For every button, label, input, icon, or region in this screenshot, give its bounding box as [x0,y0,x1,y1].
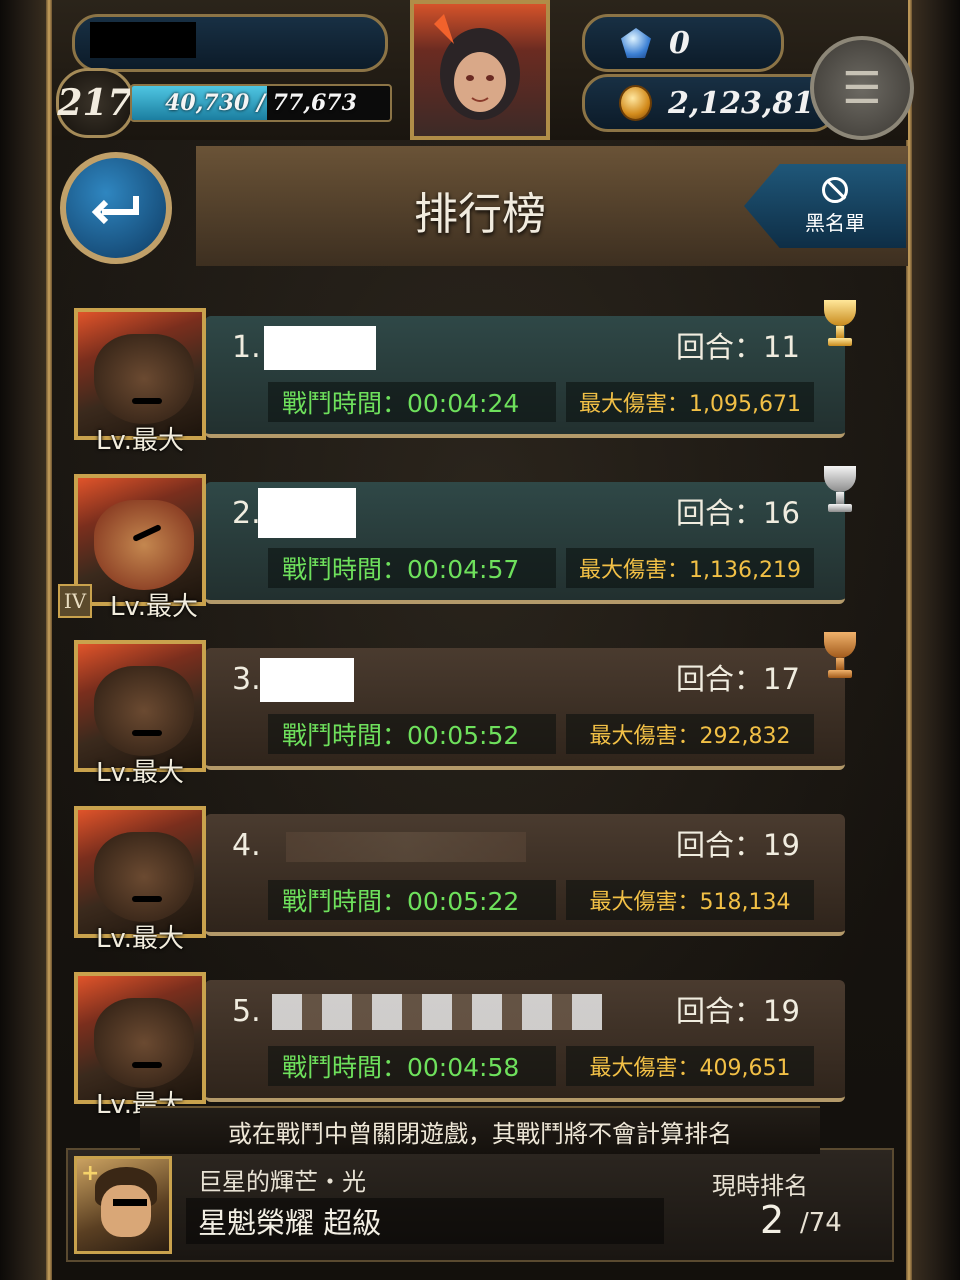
exp-text: 40,730 / 77,673 [165,90,357,116]
player-name-redacted [258,488,356,538]
current-rank-value: 2 [760,1198,785,1242]
player-name-redacted [90,22,196,58]
ranking-row[interactable]: Lv.最大 5. 回合：19 戰鬥時間：00:04:58 最大傷害：409,65… [60,972,860,1122]
gold-trophy-icon [820,300,860,350]
rank-number: 4. [232,828,261,863]
player-name-redacted [260,658,354,702]
ranking-row[interactable]: IV Lv.最大 2. 回合：16 戰鬥時間：00:04:57 最大傷害：1,1… [58,466,860,624]
menu-icon: ☰ [842,62,882,114]
rounds-label: 回合：17 [676,662,800,696]
my-title: 巨星的輝芒・光 [198,1168,366,1196]
max-damage: 最大傷害：292,832 [566,714,814,754]
player-portrait[interactable] [410,0,550,140]
notice-text: 或在戰鬥中曾關閉遊戲，其戰鬥將不會計算排名 [140,1106,820,1154]
player-name-blurred [272,994,602,1030]
coin-counter[interactable]: 2,123,817 [582,74,838,132]
rank-number: 3. [232,662,261,697]
battle-time: 戰鬥時間：00:04:58 [268,1046,556,1086]
portrait-girl-icon [434,14,520,120]
plus-icon: + [81,1161,100,1186]
prohibited-icon [822,176,848,203]
ranking-row[interactable]: Lv.最大 1. 回合：11 戰鬥時間：00:04:24 最大傷害：1,095,… [60,300,860,458]
battle-time: 戰鬥時間：00:04:57 [268,548,556,588]
max-damage: 最大傷害：409,651 [566,1046,814,1086]
player-level-badge: 217 [56,68,134,138]
rounds-label: 回合：19 [676,994,800,1028]
player-name-blurred [286,832,526,862]
rounds-label: 回合：16 [676,496,800,530]
gem-counter[interactable]: 0 [582,14,784,72]
level-label: Lv.最大 [95,758,185,788]
evolution-badge: IV [58,584,92,618]
rank-number: 5. [232,994,261,1029]
battle-time: 戰鬥時間：00:05:52 [268,714,556,754]
battle-time: 戰鬥時間：00:05:22 [268,880,556,920]
ranking-row[interactable]: Lv.最大 4. 回合：19 戰鬥時間：00:05:22 最大傷害：518,13… [60,806,860,956]
exp-bar: 40,730 / 77,673 [130,84,392,122]
gem-count: 0 [669,25,690,61]
bronze-trophy-icon [820,632,860,682]
level-label: Lv.最大 [95,924,185,954]
menu-button[interactable]: ☰ [810,36,914,140]
level-label: Lv.最大 [109,592,199,622]
rank-total: /74 [800,1208,842,1238]
rank-number: 2. [232,496,261,531]
coin-icon [619,85,652,121]
rank-number: 1. [232,330,261,365]
player-name-redacted [264,326,376,370]
gem-icon [621,28,651,58]
level-label: Lv.最大 [95,426,185,456]
ranking-row[interactable]: Lv.最大 3. 回合：17 戰鬥時間：00:05:52 最大傷害：292,83… [60,632,860,790]
rounds-label: 回合：19 [676,828,800,862]
max-damage: 最大傷害：518,134 [566,880,814,920]
rounds-label: 回合：11 [676,330,800,364]
max-damage: 最大傷害：1,136,219 [566,548,814,588]
battle-time: 戰鬥時間：00:04:24 [268,382,556,422]
current-rank-label: 現時排名 [712,1172,808,1200]
silver-trophy-icon [820,466,860,516]
my-avatar[interactable]: + [74,1156,172,1254]
my-name: 星魁榮耀 超級 [186,1198,664,1244]
max-damage: 最大傷害：1,095,671 [566,382,814,422]
blacklist-label: 黑名單 [805,210,865,235]
